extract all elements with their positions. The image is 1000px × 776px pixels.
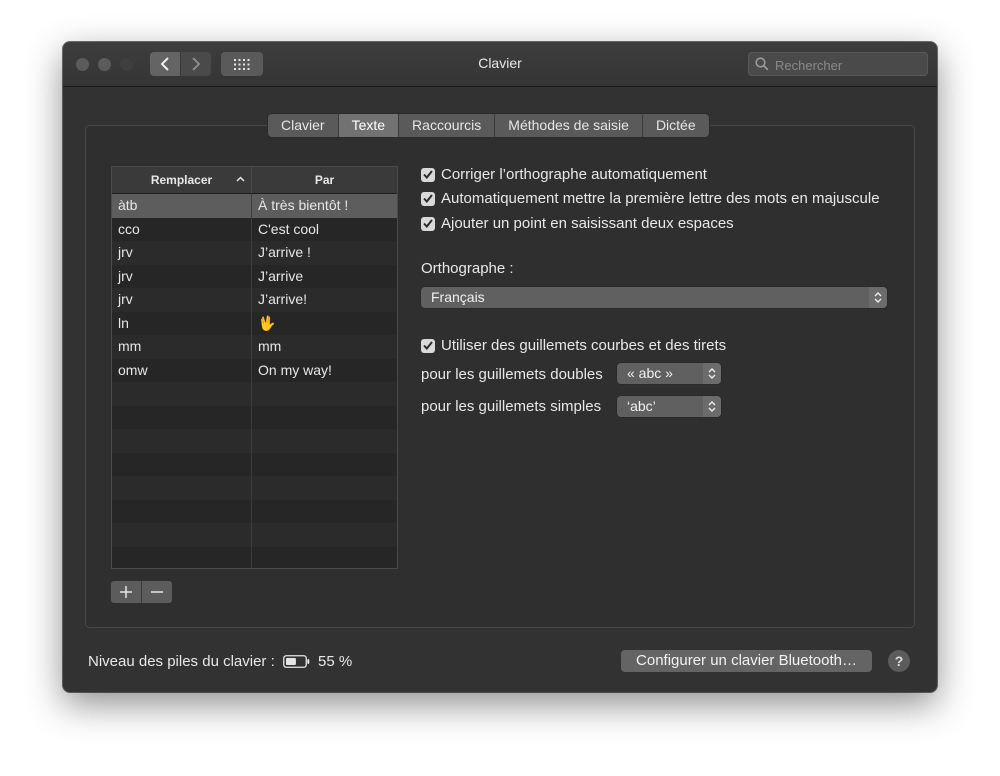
spelling-value: Français: [431, 289, 485, 305]
replace-cell[interactable]: jrv: [112, 288, 252, 312]
checkmark-icon: [423, 341, 433, 350]
replace-cell[interactable]: jrv: [112, 241, 252, 265]
empty-cell: [112, 476, 252, 500]
preferences-window: Clavier Clavier Texte Raccourcis Méthode…: [63, 42, 937, 692]
add-remove-control: [111, 581, 172, 603]
with-cell[interactable]: C'est cool: [252, 218, 397, 242]
tab-dictee[interactable]: Dictée: [642, 114, 709, 137]
with-cell[interactable]: J’arrive !: [252, 241, 397, 265]
table-row[interactable]: jrv J’arrive !: [112, 241, 397, 265]
text-replacements-table: Remplacer Par àtb À très bientôt ! cco C…: [111, 166, 398, 569]
battery-percentage: 55 %: [318, 653, 353, 670]
column-header-replace-label: Remplacer: [150, 173, 213, 187]
table-row[interactable]: mm mm: [112, 335, 397, 359]
single-quotes-value: ‘abc’: [627, 398, 656, 414]
capitalize-label: Automatiquement mettre la première lettr…: [441, 190, 880, 207]
empty-cell: [112, 382, 252, 406]
tab-clavier[interactable]: Clavier: [268, 114, 339, 137]
empty-table-row: [112, 476, 397, 500]
table-row[interactable]: cco C'est cool: [112, 217, 397, 242]
empty-table-row: [112, 523, 397, 547]
with-cell[interactable]: On my way!: [252, 359, 397, 383]
single-quotes-label: pour les guillemets simples: [421, 398, 602, 415]
table-row[interactable]: àtb À très bientôt !: [112, 194, 397, 218]
empty-table-row: [112, 429, 397, 453]
table-row[interactable]: omw On my way!: [112, 358, 397, 383]
replace-cell[interactable]: cco: [112, 217, 252, 241]
empty-table-row: [112, 382, 397, 406]
table-row[interactable]: jrv J’arrive!: [112, 288, 397, 312]
with-cell[interactable]: J’arrive: [252, 265, 397, 289]
sort-ascending-icon: [236, 176, 245, 182]
checkmark-icon: [423, 170, 433, 179]
updown-arrows-icon: [703, 363, 721, 384]
capitalize-checkbox[interactable]: [421, 191, 435, 206]
column-header-with-label: Par: [314, 173, 335, 187]
minus-icon: [151, 591, 163, 593]
add-button[interactable]: [111, 581, 142, 603]
autocorrect-label: Corriger l’orthographe automatiquement: [441, 166, 707, 183]
battery-level-label: Niveau des piles du clavier :: [88, 653, 275, 670]
spelling-popup[interactable]: Français: [421, 287, 887, 308]
double-quotes-value: « abc »: [627, 365, 673, 381]
checkmark-icon: [423, 219, 433, 228]
smart-quotes-option[interactable]: Utiliser des guillemets courbes et des t…: [421, 337, 726, 354]
capitalize-option[interactable]: Automatiquement mettre la première lettr…: [421, 190, 880, 207]
title-bar: Clavier: [63, 42, 937, 87]
double-space-period-checkbox[interactable]: [421, 216, 435, 231]
empty-cell: [112, 429, 252, 453]
empty-cell: [112, 523, 252, 547]
updown-arrows-icon: [703, 396, 721, 417]
replace-cell[interactable]: omw: [112, 358, 252, 382]
smart-quotes-label: Utiliser des guillemets courbes et des t…: [441, 337, 727, 354]
replace-cell[interactable]: mm: [112, 335, 252, 359]
with-cell[interactable]: À très bientôt !: [252, 194, 397, 218]
replace-cell[interactable]: jrv: [112, 264, 252, 288]
checkmark-icon: [423, 194, 433, 203]
remove-button[interactable]: [142, 581, 172, 603]
empty-table-row: [112, 546, 397, 568]
table-row[interactable]: jrv J’arrive: [112, 264, 397, 289]
empty-table-row: [112, 452, 397, 476]
double-space-period-label: Ajouter un point en saisissant deux espa…: [441, 215, 734, 232]
search-icon: [755, 57, 769, 71]
search-input[interactable]: [773, 55, 927, 75]
empty-table-row: [112, 405, 397, 429]
search-field[interactable]: [748, 52, 928, 76]
with-cell[interactable]: J’arrive!: [252, 288, 397, 312]
tab-texte[interactable]: Texte: [338, 114, 400, 137]
replace-cell[interactable]: àtb: [112, 194, 252, 218]
smart-quotes-checkbox[interactable]: [421, 338, 435, 353]
single-quotes-popup[interactable]: ‘abc’: [617, 396, 721, 417]
battery-icon: [283, 655, 310, 668]
plus-icon: [120, 586, 132, 598]
double-space-period-option[interactable]: Ajouter un point en saisissant deux espa…: [421, 215, 734, 232]
empty-table-row: [112, 499, 397, 523]
tab-bar: Clavier Texte Raccourcis Méthodes de sai…: [268, 114, 709, 137]
empty-cell: [112, 452, 252, 476]
with-cell[interactable]: 🖖: [252, 312, 397, 336]
double-quotes-label: pour les guillemets doubles: [421, 366, 603, 383]
empty-cell: [112, 499, 252, 523]
table-header: Remplacer Par: [112, 167, 397, 194]
column-header-replace[interactable]: Remplacer: [112, 167, 252, 193]
table-body: àtb À très bientôt ! cco C'est cool jrv …: [112, 194, 397, 568]
configure-bluetooth-keyboard-button[interactable]: Configurer un clavier Bluetooth…: [621, 650, 872, 672]
empty-cell: [112, 546, 252, 568]
empty-cell: [112, 405, 252, 429]
tab-raccourcis[interactable]: Raccourcis: [399, 114, 496, 137]
help-button[interactable]: ?: [888, 650, 910, 672]
tab-methodes-de-saisie[interactable]: Méthodes de saisie: [495, 114, 643, 137]
autocorrect-option[interactable]: Corriger l’orthographe automatiquement: [421, 166, 707, 183]
with-cell[interactable]: mm: [252, 335, 397, 359]
column-header-with[interactable]: Par: [252, 167, 397, 193]
replace-cell[interactable]: ln: [112, 311, 252, 335]
table-row[interactable]: ln 🖖: [112, 311, 397, 336]
autocorrect-checkbox[interactable]: [421, 167, 435, 182]
spelling-label: Orthographe :: [421, 260, 514, 277]
double-quotes-popup[interactable]: « abc »: [617, 363, 721, 384]
updown-arrows-icon: [869, 287, 887, 308]
